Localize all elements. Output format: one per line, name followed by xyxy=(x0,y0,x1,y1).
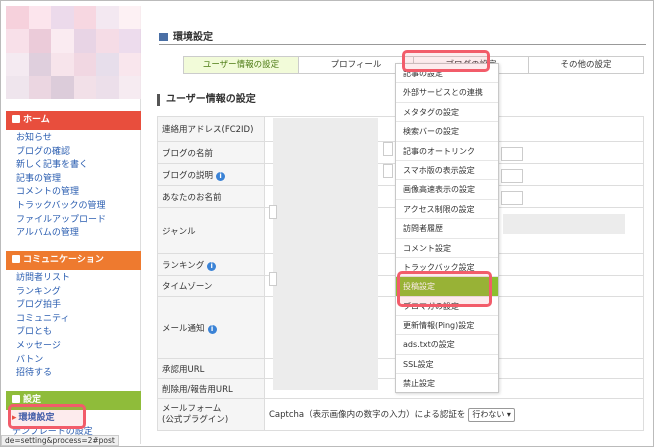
info-icon[interactable]: i xyxy=(207,261,217,271)
community-icon xyxy=(12,255,20,263)
section-title: ユーザー情報の設定 xyxy=(157,94,256,106)
menu-item-smartphone-display[interactable]: スマホ版の表示設定 xyxy=(396,161,498,181)
info-icon[interactable]: i xyxy=(207,324,217,334)
row-label: 削除用/報告用URL xyxy=(157,378,265,399)
sidebar-item-community[interactable]: コミュニティ xyxy=(16,313,141,327)
redacted-area xyxy=(503,214,625,234)
genre-select[interactable] xyxy=(269,205,277,219)
sidebar-item-burotomo[interactable]: ブロとも xyxy=(16,326,141,340)
text-field[interactable] xyxy=(501,191,523,205)
divider xyxy=(159,44,646,45)
sidebar: ホーム お知らせ ブログの確認 新しく記事を書く 記事の管理 コメントの管理 ト… xyxy=(6,6,141,444)
status-bar: de=setting&process=2#post xyxy=(1,435,119,446)
row-label: ジャンル xyxy=(157,207,265,254)
highlight-environment-settings xyxy=(8,404,86,429)
menu-item-prohibited-settings[interactable]: 禁止設定 xyxy=(396,374,498,394)
menu-item-image-speedup[interactable]: 画像高速表示の設定 xyxy=(396,180,498,200)
settings-icon xyxy=(12,395,20,403)
row-label: ブログの説明 xyxy=(162,170,214,181)
settings-page-icon xyxy=(159,33,168,41)
row-label: タイムゾーン xyxy=(157,275,265,297)
sidebar-item-new-post[interactable]: 新しく記事を書く xyxy=(16,159,141,173)
row-label: メール通知 xyxy=(162,323,205,334)
menu-item-ssl-settings[interactable]: SSL設定 xyxy=(396,355,498,375)
browser-window: ホーム お知らせ ブログの確認 新しく記事を書く 記事の管理 コメントの管理 ト… xyxy=(0,0,654,447)
timezone-select[interactable] xyxy=(269,272,277,286)
sidebar-home-list: お知らせ ブログの確認 新しく記事を書く 記事の管理 コメントの管理 トラックバ… xyxy=(16,132,141,241)
sidebar-item-clap[interactable]: ブログ拍手 xyxy=(16,299,141,313)
row-label: 承認用URL xyxy=(157,358,265,379)
sidebar-heading-home[interactable]: ホーム xyxy=(6,111,141,130)
text-field[interactable] xyxy=(501,169,523,183)
menu-item-visitor-history[interactable]: 訪問者履歴 xyxy=(396,219,498,239)
sidebar-item-manage-trackbacks[interactable]: トラックバックの管理 xyxy=(16,200,141,214)
tab-other-settings[interactable]: その他の設定 xyxy=(529,57,643,73)
sidebar-community-list: 訪問者リスト ランキング ブログ拍手 コミュニティ ブロとも メッセージ バトン… xyxy=(16,272,141,381)
sidebar-item-view-blog[interactable]: ブログの確認 xyxy=(16,146,141,160)
highlight-blog-settings-tab xyxy=(402,50,490,72)
sidebar-item-messages[interactable]: メッセージ xyxy=(16,340,141,354)
sidebar-item-manage-posts[interactable]: 記事の管理 xyxy=(16,173,141,187)
captcha-select[interactable]: 行わない ▾ xyxy=(468,407,515,422)
info-icon[interactable]: i xyxy=(216,171,226,181)
blog-name-field[interactable] xyxy=(383,142,393,156)
sidebar-item-manage-albums[interactable]: アルバムの管理 xyxy=(16,227,141,241)
row-label: ランキング xyxy=(162,260,205,271)
sidebar-item-news[interactable]: お知らせ xyxy=(16,132,141,146)
row-label: ブログの名前 xyxy=(157,141,265,164)
tab-user-info[interactable]: ユーザー情報の設定 xyxy=(184,57,299,73)
menu-item-search-bar[interactable]: 検索バーの設定 xyxy=(396,122,498,142)
text-field[interactable] xyxy=(501,147,523,161)
menu-item-access-restriction[interactable]: アクセス制限の設定 xyxy=(396,200,498,220)
sidebar-item-file-upload[interactable]: ファイルアップロード xyxy=(16,214,141,228)
menu-item-meta-tags[interactable]: メタタグの設定 xyxy=(396,103,498,123)
highlight-post-settings xyxy=(397,271,492,307)
menu-item-ping-settings[interactable]: 更新情報(Ping)設定 xyxy=(396,316,498,336)
sidebar-item-manage-comments[interactable]: コメントの管理 xyxy=(16,186,141,200)
blog-settings-dropdown: 記事の設定 外部サービスとの連携 メタタグの設定 検索バーの設定 記事のオートリ… xyxy=(395,63,499,394)
sidebar-item-baton[interactable]: バトン xyxy=(16,354,141,368)
blog-description-field[interactable] xyxy=(383,164,393,178)
avatar xyxy=(6,6,141,99)
sidebar-heading-community[interactable]: コミュニケーション xyxy=(6,251,141,270)
menu-item-ads-txt[interactable]: ads.txtの設定 xyxy=(396,335,498,355)
row-label: あなたのお名前 xyxy=(157,185,265,208)
row-label: メールフォーム (公式プラグイン) xyxy=(157,398,265,431)
mail-form-description: Captcha（表示画像内の数字の入力）による認証を xyxy=(269,409,466,420)
redacted-area xyxy=(273,118,378,390)
row-label: 連絡用アドレス(FC2ID) xyxy=(157,116,265,142)
sidebar-item-visitors[interactable]: 訪問者リスト xyxy=(16,272,141,286)
home-icon xyxy=(12,115,20,123)
menu-item-external-services[interactable]: 外部サービスとの連携 xyxy=(396,83,498,103)
sidebar-item-ranking[interactable]: ランキング xyxy=(16,286,141,300)
table-row: メールフォーム (公式プラグイン) Captcha（表示画像内の数字の入力）による… xyxy=(157,398,644,431)
menu-item-comment-settings[interactable]: コメント設定 xyxy=(396,239,498,258)
sidebar-item-invite[interactable]: 招待する xyxy=(16,367,141,381)
menu-item-autolink[interactable]: 記事のオートリンク xyxy=(396,142,498,161)
page-title: 環境設定 xyxy=(159,28,213,43)
